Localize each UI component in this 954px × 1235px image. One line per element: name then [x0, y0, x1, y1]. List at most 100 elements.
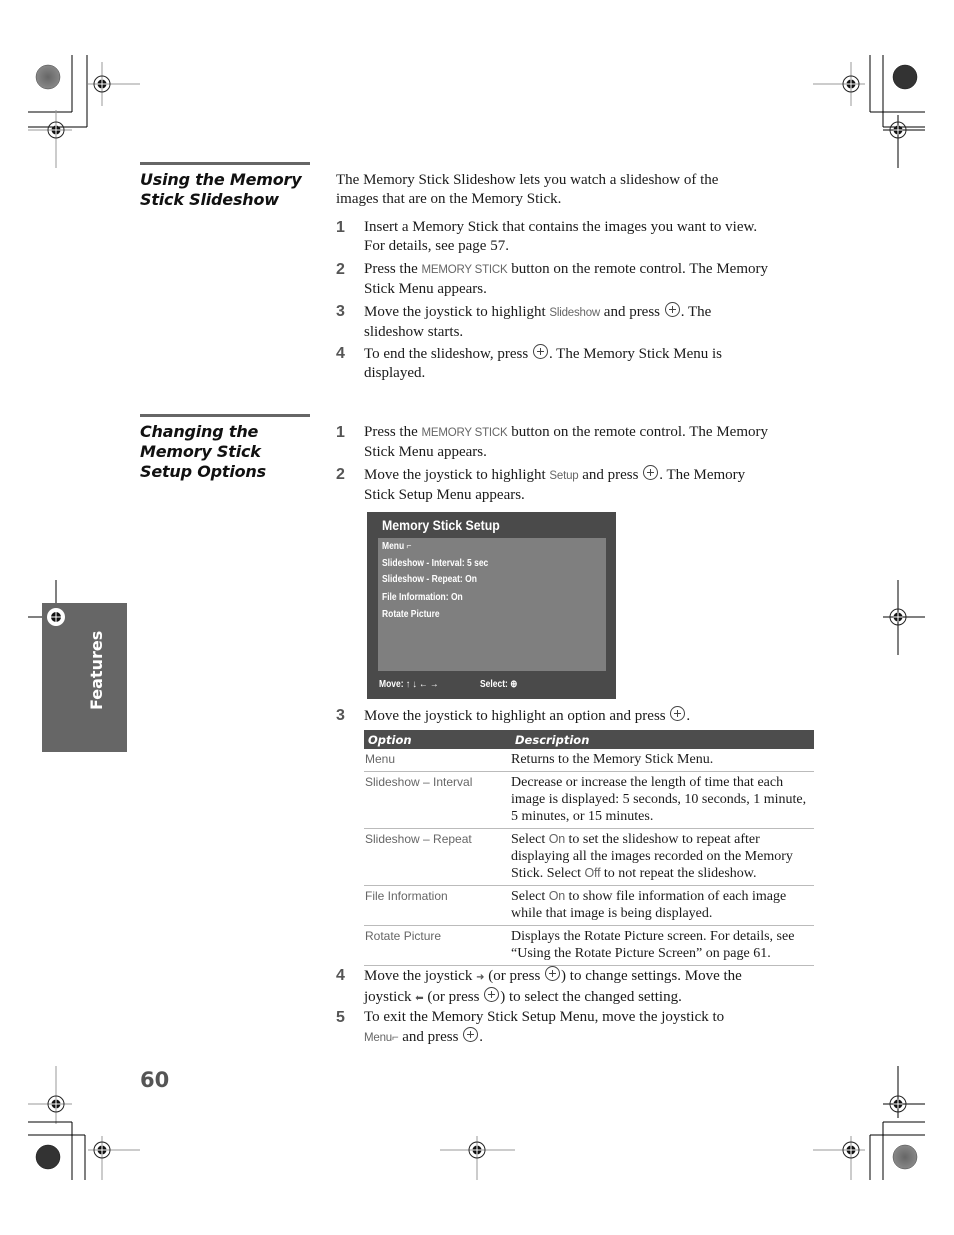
- step-text: (or press: [423, 989, 484, 1005]
- step-text: button on the remote control. The Memory: [507, 261, 769, 277]
- table-row: Slideshow – Interval Decrease or increas…: [364, 771, 814, 829]
- section-rule: [140, 162, 310, 165]
- crop-mark-bottom-right: [813, 1066, 925, 1180]
- osd-menu-panel: Menu ⌐ Slideshow - Interval: 5 sec Slide…: [378, 538, 606, 671]
- joystick-press-icon: [532, 344, 548, 359]
- desc-text: Select: [511, 889, 549, 904]
- ui-label-on: On: [548, 832, 565, 846]
- step-number: 3: [336, 707, 345, 724]
- step-number: 1: [336, 424, 345, 441]
- option-description: Select On to set the slideshow to repeat…: [511, 828, 814, 886]
- left-arrow-icon: ⬅: [415, 993, 424, 1004]
- step-text: To exit the Memory Stick Setup Menu, mov…: [364, 1009, 725, 1025]
- step-number: 2: [336, 466, 345, 483]
- osd-select-hint: Select: ⊕: [480, 679, 518, 690]
- step-number: 3: [336, 303, 345, 320]
- section-title-slideshow: Using the Memory Stick Slideshow: [140, 170, 302, 210]
- page-number: 60: [140, 1068, 170, 1092]
- table-row: Slideshow – Repeat Select On to set the …: [364, 828, 814, 886]
- table-header-row: Option Description: [364, 730, 814, 749]
- ui-label-memory-stick: MEMORY STICK: [421, 427, 508, 439]
- ui-label-setup: Setup: [549, 470, 579, 482]
- crop-mark-mid-right: [883, 580, 925, 655]
- step-text: joystick: [364, 989, 416, 1005]
- column-header-option: Option: [364, 730, 511, 749]
- option-description: Returns to the Memory Stick Menu.: [511, 749, 814, 772]
- intro-paragraph: The Memory Stick Slideshow lets you watc…: [336, 171, 816, 209]
- tab-registration-mark: [47, 608, 65, 626]
- intro-line: images that are on the Memory Stick.: [336, 191, 562, 207]
- step-text: For details, see page 57.: [364, 238, 509, 254]
- crop-mark-bottom-left: [28, 1066, 140, 1180]
- title-line: Using the Memory: [140, 170, 302, 189]
- option-name: Slideshow – Interval: [364, 771, 511, 829]
- crop-mark-top-right: [813, 55, 925, 168]
- joystick-press-icon: [643, 465, 659, 480]
- step-number: 4: [336, 967, 345, 984]
- step-text: Press the: [364, 261, 422, 277]
- step-text: Move the joystick to highlight: [364, 304, 550, 320]
- step-number: 2: [336, 261, 345, 278]
- joystick-press-icon: [664, 302, 680, 317]
- section-title-setup-options: Changing the Memory Stick Setup Options: [140, 422, 266, 482]
- ui-label-slideshow: Slideshow: [549, 307, 601, 319]
- option-name: Slideshow – Repeat: [364, 828, 511, 886]
- osd-title: Memory Stick Setup: [382, 517, 500, 533]
- joystick-press-icon: [463, 1027, 479, 1042]
- osd-item-file-information: File Information: On: [382, 592, 463, 603]
- ui-label-memory-stick: MEMORY STICK: [421, 264, 508, 276]
- step-text: Insert a Memory Stick that contains the …: [364, 219, 758, 235]
- joystick-press-icon: [484, 987, 500, 1002]
- title-line: Changing the: [140, 422, 259, 441]
- option-description: Select On to show file information of ea…: [511, 885, 814, 926]
- desc-text: to not repeat the slideshow.: [600, 866, 757, 881]
- step-number: 5: [336, 1009, 345, 1026]
- table-row: Rotate Picture Displays the Rotate Pictu…: [364, 925, 814, 966]
- joystick-press-icon: [670, 706, 686, 721]
- crop-mark-top-left: [28, 55, 140, 168]
- step-text: Press the: [364, 424, 422, 440]
- step-text: and press: [398, 1029, 463, 1045]
- intro-line: The Memory Stick Slideshow lets you watc…: [336, 172, 719, 188]
- option-name: File Information: [364, 885, 511, 926]
- option-description: Displays the Rotate Picture screen. For …: [511, 925, 814, 966]
- desc-text: Select: [511, 832, 549, 847]
- table-row: File Information Select On to show file …: [364, 885, 814, 926]
- column-header-description: Description: [511, 730, 814, 749]
- step-number: 1: [336, 219, 345, 236]
- step-text: . The Memory Stick Menu is: [548, 346, 722, 362]
- step-text: Move the joystick: [364, 968, 477, 984]
- step-text: and press: [600, 304, 664, 320]
- step-text: ) to select the changed setting.: [500, 989, 682, 1005]
- ui-label-menu: Menu: [364, 1032, 392, 1044]
- option-description: Decrease or increase the length of time …: [511, 771, 814, 829]
- ui-label-off: Off: [584, 866, 601, 880]
- option-name: Rotate Picture: [364, 925, 511, 966]
- osd-item-slideshow-repeat: Slideshow - Repeat: On: [382, 574, 477, 585]
- step-text: Stick Menu appears.: [364, 281, 487, 297]
- step-text: slideshow starts.: [364, 324, 464, 340]
- side-tab-label: Features: [87, 630, 106, 710]
- step-text: ) to change settings. Move the: [561, 968, 742, 984]
- step-text: Move the joystick to highlight: [364, 467, 550, 483]
- step-number: 4: [336, 345, 345, 362]
- osd-item-slideshow-interval: Slideshow - Interval: 5 sec: [382, 558, 489, 569]
- step-text: (or press: [484, 968, 545, 984]
- step-text: button on the remote control. The Memory: [507, 424, 769, 440]
- step-text: . The: [680, 304, 712, 320]
- step-text: Move the joystick to highlight an option…: [364, 708, 670, 724]
- step-text: To end the slideshow, press: [364, 346, 532, 362]
- step-text: .: [686, 708, 691, 724]
- osd-move-hint: Move: ↑ ↓ ← →: [379, 679, 439, 690]
- title-line: Memory Stick: [140, 442, 261, 461]
- option-name: Menu: [364, 749, 511, 772]
- options-table: Option Description Menu Returns to the M…: [364, 730, 814, 966]
- step-text: .: [479, 1029, 483, 1045]
- crop-mark-bottom-center: [440, 1136, 515, 1180]
- title-line: Setup Options: [140, 462, 266, 481]
- title-line: Stick Slideshow: [140, 190, 279, 209]
- joystick-press-icon: [545, 966, 561, 981]
- section-rule: [140, 414, 310, 417]
- step-text: and press: [578, 467, 643, 483]
- step-text: Stick Menu appears.: [364, 444, 487, 460]
